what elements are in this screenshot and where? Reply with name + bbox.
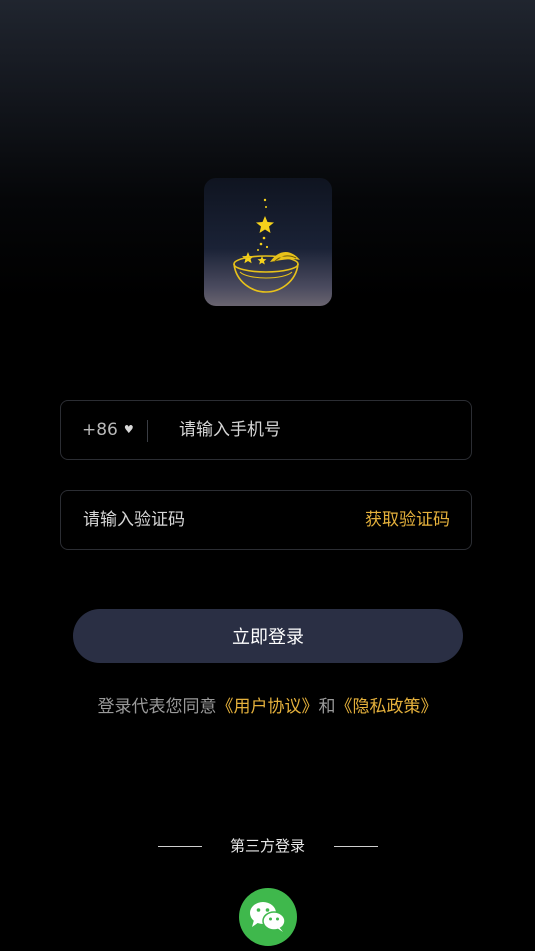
divider-line-right: [334, 846, 378, 847]
caret-down-icon: ♥: [123, 423, 134, 436]
get-code-button[interactable]: 获取验证码: [365, 491, 450, 549]
phone-field: +86 ♥: [60, 400, 472, 460]
app-logo: [204, 178, 332, 306]
field-divider: [147, 420, 148, 442]
wechat-icon: [250, 902, 286, 932]
country-code-label: +86: [82, 420, 118, 440]
agreement-prefix: 登录代表您同意: [97, 697, 217, 717]
third-party-login-header: 第三方登录: [0, 834, 535, 858]
third-party-login-label: 第三方登录: [229, 837, 305, 855]
bowl-stars-icon: [233, 198, 300, 293]
user-agreement-link[interactable]: 《用户协议》: [217, 697, 319, 717]
verification-code-field: 获取验证码: [60, 490, 472, 550]
verification-code-input[interactable]: [83, 491, 343, 549]
wechat-login-button[interactable]: [239, 888, 297, 946]
country-code-selector[interactable]: +86 ♥: [82, 401, 134, 459]
agreement-and: 和: [318, 697, 336, 717]
agreement-text: 登录代表您同意《用户协议》和《隐私政策》: [0, 695, 535, 719]
privacy-policy-link[interactable]: 《隐私政策》: [336, 697, 438, 717]
phone-input[interactable]: [179, 401, 459, 459]
login-button[interactable]: 立即登录: [73, 609, 463, 663]
